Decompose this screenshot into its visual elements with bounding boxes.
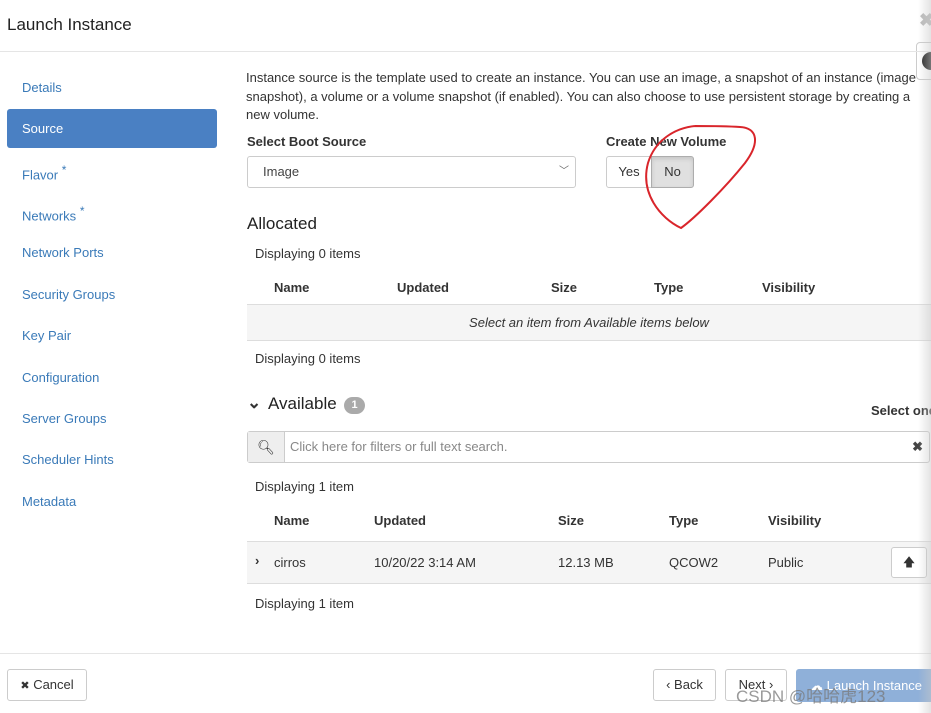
arrow-up-icon: 🡅 (902, 555, 916, 569)
col-name: Name (274, 513, 310, 528)
col-updated: Updated (374, 513, 426, 528)
sidebar-label: Flavor (22, 167, 59, 183)
sidebar-item-networks[interactable]: Networks * (7, 192, 217, 231)
col-updated: Updated (397, 280, 449, 295)
sidebar-label: Metadata (22, 494, 77, 509)
sidebar-label: Server Groups (22, 411, 107, 426)
col-type: Type (669, 513, 699, 528)
sidebar-label: Network Ports (22, 245, 104, 260)
modal-title: Launch Instance (7, 15, 132, 34)
sidebar-item-scheduler-hints[interactable]: Scheduler Hints (7, 440, 217, 479)
sidebar-label: Configuration (22, 370, 100, 385)
col-name: Name (274, 280, 310, 295)
sidebar-item-metadata[interactable]: Metadata (7, 482, 217, 521)
intro-text: Instance source is the template used to … (246, 70, 916, 122)
sidebar-label: Details (22, 80, 62, 95)
search-placeholder: Click here for filters or full text sear… (290, 439, 508, 454)
col-type: Type (654, 280, 684, 295)
expand-row-icon[interactable]: › (255, 553, 259, 568)
sidebar-label: Networks (22, 208, 77, 224)
col-visibility: Visibility (768, 513, 822, 528)
sidebar-item-flavor[interactable]: Flavor * (7, 151, 217, 190)
cell-updated: 10/20/22 3:14 AM (374, 555, 476, 570)
search-input[interactable]: 🔍︎ Click here for filters or full text s… (247, 431, 930, 463)
sidebar-item-key-pair[interactable]: Key Pair (7, 316, 217, 355)
available-count-badge: 1 (344, 397, 365, 414)
sidebar-label: Source (22, 121, 64, 136)
close-icon: ✖ (20, 680, 30, 692)
watermark: CSDN @哈哈虎123 (736, 687, 886, 706)
boot-source-value: Image (263, 164, 300, 179)
header-divider (0, 51, 931, 52)
required-marker: * (61, 163, 67, 177)
back-label: Back (674, 677, 703, 692)
chevron-down-icon: ﹀ (559, 166, 569, 177)
sidebar-item-configuration[interactable]: Configuration (7, 358, 217, 397)
allocated-count-top: Displaying 0 items (255, 246, 361, 261)
sidebar-item-server-groups[interactable]: Server Groups (7, 399, 217, 438)
allocated-count-bottom: Displaying 0 items (255, 351, 361, 366)
sidebar-label: Scheduler Hints (22, 452, 114, 467)
sidebar-item-details[interactable]: Details (7, 68, 217, 107)
cell-name: cirros (274, 555, 306, 570)
boot-source-label: Select Boot Source (247, 134, 367, 149)
footer-divider (0, 653, 931, 654)
cell-size: 12.13 MB (558, 555, 614, 570)
cancel-label: Cancel (33, 677, 74, 692)
sidebar-item-security-groups[interactable]: Security Groups (7, 275, 217, 314)
cancel-button[interactable]: ✖ Cancel (7, 669, 87, 701)
col-size: Size (551, 280, 578, 295)
search-icon: 🔍︎ (248, 432, 285, 462)
sidebar-item-source[interactable]: Source (7, 109, 217, 148)
cell-type: QCOW2 (669, 555, 719, 570)
back-button[interactable]: ‹ Back (653, 669, 716, 701)
chevron-left-icon: ‹ (666, 677, 671, 692)
sidebar-label: Security Groups (22, 287, 116, 302)
sidebar-label: Key Pair (22, 328, 72, 343)
allocated-heading: Allocated (247, 214, 317, 233)
available-heading[interactable]: Available (268, 394, 337, 414)
modal-edge-shadow (918, 0, 931, 713)
col-size: Size (558, 513, 585, 528)
cell-visibility: Public (768, 555, 804, 570)
sidebar-item-network-ports[interactable]: Network Ports (7, 233, 217, 272)
available-count-bottom: Displaying 1 item (255, 596, 354, 611)
available-count-top: Displaying 1 item (255, 479, 354, 494)
col-visibility: Visibility (762, 280, 816, 295)
allocated-empty-row: Select an item from Available items belo… (247, 305, 931, 341)
available-toggle-icon[interactable]: ⌄ (247, 393, 261, 413)
red-annotation-circle (645, 125, 756, 230)
required-marker: * (79, 204, 85, 218)
boot-source-select[interactable]: Image ﹀ (247, 156, 576, 188)
